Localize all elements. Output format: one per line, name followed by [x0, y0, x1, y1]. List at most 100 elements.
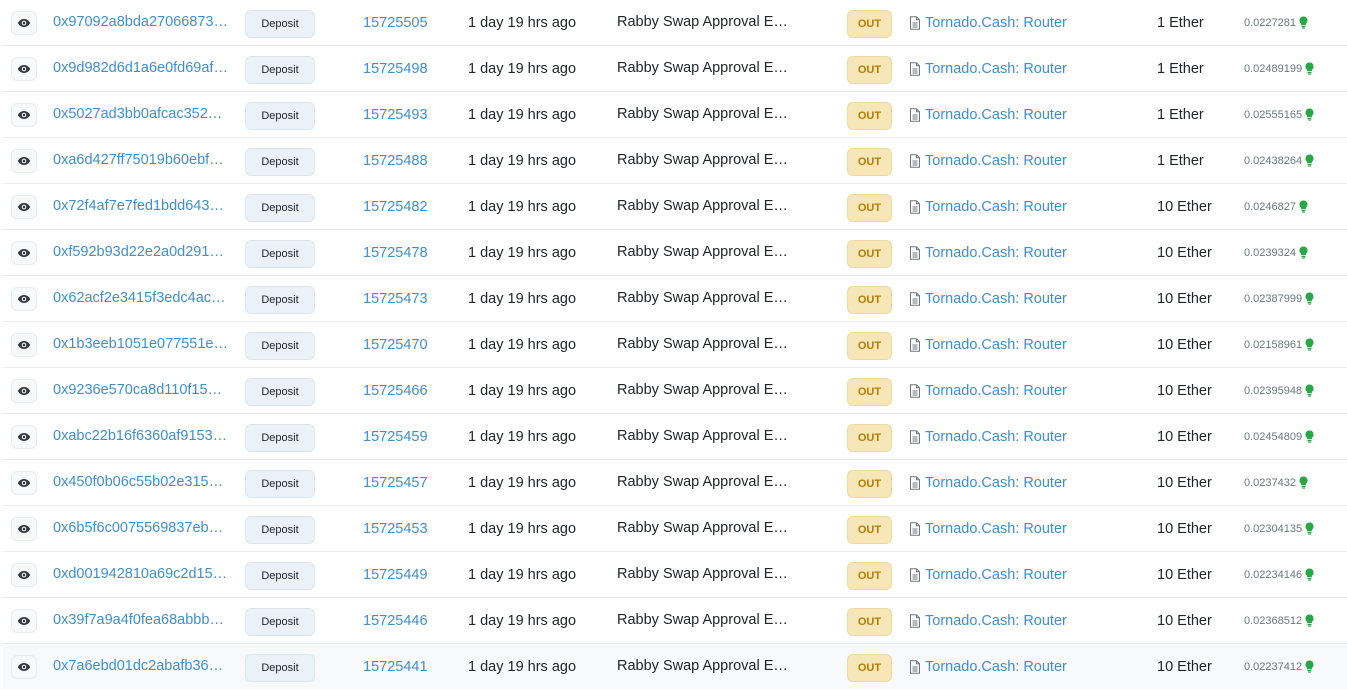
txn-hash-link[interactable]: 0x39f7a9a4f0fea68abbb…	[53, 598, 229, 643]
from-address[interactable]: Rabby Swap Approval E…	[617, 46, 789, 91]
to-address-link[interactable]: Tornado.Cash: Router	[909, 644, 1067, 689]
to-address-link[interactable]: Tornado.Cash: Router	[909, 598, 1067, 643]
from-address[interactable]: Rabby Swap Approval E…	[617, 506, 789, 551]
txn-hash-link[interactable]: 0x72f4af7e7fed1bdd643…	[53, 184, 229, 229]
preview-button[interactable]	[11, 655, 37, 679]
preview-button[interactable]	[11, 609, 37, 633]
block-link[interactable]: 15725459	[363, 414, 428, 459]
preview-button[interactable]	[11, 11, 37, 35]
block-link[interactable]: 15725466	[363, 368, 428, 413]
to-address-label[interactable]: Tornado.Cash: Router	[925, 521, 1067, 537]
txn-hash-link[interactable]: 0xa6d427ff75019b60ebf…	[53, 138, 229, 183]
to-address-link[interactable]: Tornado.Cash: Router	[909, 552, 1067, 597]
block-link[interactable]: 15725473	[363, 276, 428, 321]
preview-button[interactable]	[11, 379, 37, 403]
txn-hash-link[interactable]: 0x9d982d6d1a6e0fd69af…	[53, 46, 229, 91]
to-address-link[interactable]: Tornado.Cash: Router	[909, 92, 1067, 137]
block-link[interactable]: 15725482	[363, 184, 428, 229]
block-link[interactable]: 15725505	[363, 0, 428, 45]
to-address-label[interactable]: Tornado.Cash: Router	[925, 337, 1067, 353]
to-address-link[interactable]: Tornado.Cash: Router	[909, 414, 1067, 459]
txn-hash-link[interactable]: 0x62acf2e3415f3edc4ac…	[53, 276, 229, 321]
from-address[interactable]: Rabby Swap Approval E…	[617, 368, 789, 413]
to-address-label[interactable]: Tornado.Cash: Router	[925, 429, 1067, 445]
from-address[interactable]: Rabby Swap Approval E…	[617, 184, 789, 229]
txn-hash-link[interactable]: 0x9236e570ca8d110f15…	[53, 368, 229, 413]
txn-hash-link[interactable]: 0x97092a8bda27066873…	[53, 0, 229, 45]
to-address-link[interactable]: Tornado.Cash: Router	[909, 184, 1067, 229]
bulb-icon	[1299, 246, 1308, 259]
to-address-label[interactable]: Tornado.Cash: Router	[925, 15, 1067, 31]
to-address-link[interactable]: Tornado.Cash: Router	[909, 506, 1067, 551]
block-link[interactable]: 15725488	[363, 138, 428, 183]
direction-badge: OUT	[847, 286, 892, 314]
preview-button[interactable]	[11, 333, 37, 357]
to-address-label[interactable]: Tornado.Cash: Router	[925, 291, 1067, 307]
document-icon	[910, 245, 920, 260]
to-address-label[interactable]: Tornado.Cash: Router	[925, 153, 1067, 169]
from-address[interactable]: Rabby Swap Approval E…	[617, 322, 789, 367]
preview-button[interactable]	[11, 287, 37, 311]
age-text: 1 day 19 hrs ago	[468, 336, 577, 353]
to-address-link[interactable]: Tornado.Cash: Router	[909, 0, 1067, 45]
from-address[interactable]: Rabby Swap Approval E…	[617, 138, 789, 183]
to-address-label[interactable]: Tornado.Cash: Router	[925, 475, 1067, 491]
txn-hash-link[interactable]: 0x6b5f6c0075569837eb…	[53, 506, 229, 551]
to-address-link[interactable]: Tornado.Cash: Router	[909, 322, 1067, 367]
preview-button[interactable]	[11, 103, 37, 127]
preview-button[interactable]	[11, 471, 37, 495]
from-address[interactable]: Rabby Swap Approval E…	[617, 276, 789, 321]
to-address-link[interactable]: Tornado.Cash: Router	[909, 230, 1067, 275]
preview-button[interactable]	[11, 517, 37, 541]
to-address-label[interactable]: Tornado.Cash: Router	[925, 567, 1067, 583]
txn-fee-value: 0.0239324	[1244, 246, 1296, 259]
preview-button[interactable]	[11, 149, 37, 173]
preview-button[interactable]	[11, 241, 37, 265]
preview-button[interactable]	[11, 425, 37, 449]
direction-badge: OUT	[847, 470, 892, 498]
preview-button[interactable]	[11, 195, 37, 219]
from-address[interactable]: Rabby Swap Approval E…	[617, 598, 789, 643]
from-address[interactable]: Rabby Swap Approval E…	[617, 92, 789, 137]
to-address-link[interactable]: Tornado.Cash: Router	[909, 276, 1067, 321]
method-badge: Deposit	[245, 516, 315, 544]
to-address-label[interactable]: Tornado.Cash: Router	[925, 613, 1067, 629]
eye-icon	[17, 479, 31, 487]
to-address-link[interactable]: Tornado.Cash: Router	[909, 368, 1067, 413]
block-link[interactable]: 15725446	[363, 598, 428, 643]
block-link[interactable]: 15725449	[363, 552, 428, 597]
txn-fee-value: 0.0237432	[1244, 476, 1296, 489]
to-address-link[interactable]: Tornado.Cash: Router	[909, 460, 1067, 505]
txn-hash-link[interactable]: 0xd001942810a69c2d15…	[53, 552, 229, 597]
txn-hash-link[interactable]: 0x5027ad3bb0afcac352…	[53, 92, 229, 137]
from-address[interactable]: Rabby Swap Approval E…	[617, 0, 789, 45]
block-link[interactable]: 15725453	[363, 506, 428, 551]
block-link[interactable]: 15725441	[363, 644, 428, 689]
from-address[interactable]: Rabby Swap Approval E…	[617, 552, 789, 597]
block-link[interactable]: 15725493	[363, 92, 428, 137]
txn-hash-link[interactable]: 0xf592b93d22e2a0d291…	[53, 230, 229, 275]
to-address-label[interactable]: Tornado.Cash: Router	[925, 107, 1067, 123]
txn-hash-link[interactable]: 0xabc22b16f6360af9153…	[53, 414, 229, 459]
to-address-link[interactable]: Tornado.Cash: Router	[909, 46, 1067, 91]
from-address[interactable]: Rabby Swap Approval E…	[617, 460, 789, 505]
eye-icon	[17, 249, 31, 257]
to-address-label[interactable]: Tornado.Cash: Router	[925, 61, 1067, 77]
block-link[interactable]: 15725498	[363, 46, 428, 91]
from-address[interactable]: Rabby Swap Approval E…	[617, 644, 789, 689]
block-link[interactable]: 15725478	[363, 230, 428, 275]
block-link[interactable]: 15725470	[363, 322, 428, 367]
block-link[interactable]: 15725457	[363, 460, 428, 505]
to-address-label[interactable]: Tornado.Cash: Router	[925, 659, 1067, 675]
preview-button[interactable]	[11, 57, 37, 81]
from-address[interactable]: Rabby Swap Approval E…	[617, 414, 789, 459]
to-address-label[interactable]: Tornado.Cash: Router	[925, 245, 1067, 261]
preview-button[interactable]	[11, 563, 37, 587]
txn-hash-link[interactable]: 0x7a6ebd01dc2abafb36…	[53, 644, 229, 689]
from-address[interactable]: Rabby Swap Approval E…	[617, 230, 789, 275]
to-address-label[interactable]: Tornado.Cash: Router	[925, 383, 1067, 399]
txn-hash-link[interactable]: 0x1b3eeb1051e077551e…	[53, 322, 229, 367]
to-address-label[interactable]: Tornado.Cash: Router	[925, 199, 1067, 215]
txn-hash-link[interactable]: 0x450f0b06c55b02e315…	[53, 460, 229, 505]
to-address-link[interactable]: Tornado.Cash: Router	[909, 138, 1067, 183]
